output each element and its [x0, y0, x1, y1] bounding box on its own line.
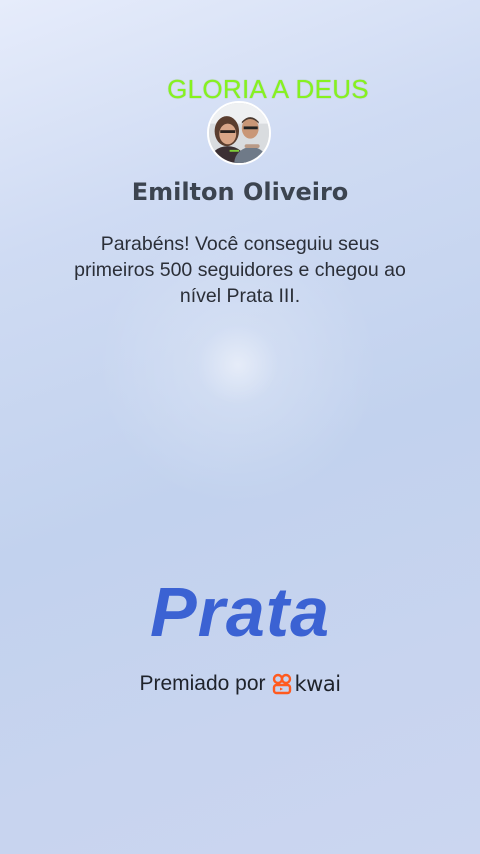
- kwai-logo-icon: [272, 673, 291, 695]
- awarded-by-label: Premiado por: [139, 672, 266, 695]
- level-title: Prata: [149, 573, 331, 651]
- avatar: [207, 101, 271, 165]
- user-photo-icon: [209, 103, 269, 163]
- user-name: Emilton Oliveiro: [131, 178, 349, 206]
- awarded-by-row: Premiado por kwai: [0, 672, 480, 696]
- kwai-wordmark: kwai: [294, 672, 342, 696]
- achievement-message: Parabéns! Você conseguiu seus primeiros …: [74, 233, 406, 307]
